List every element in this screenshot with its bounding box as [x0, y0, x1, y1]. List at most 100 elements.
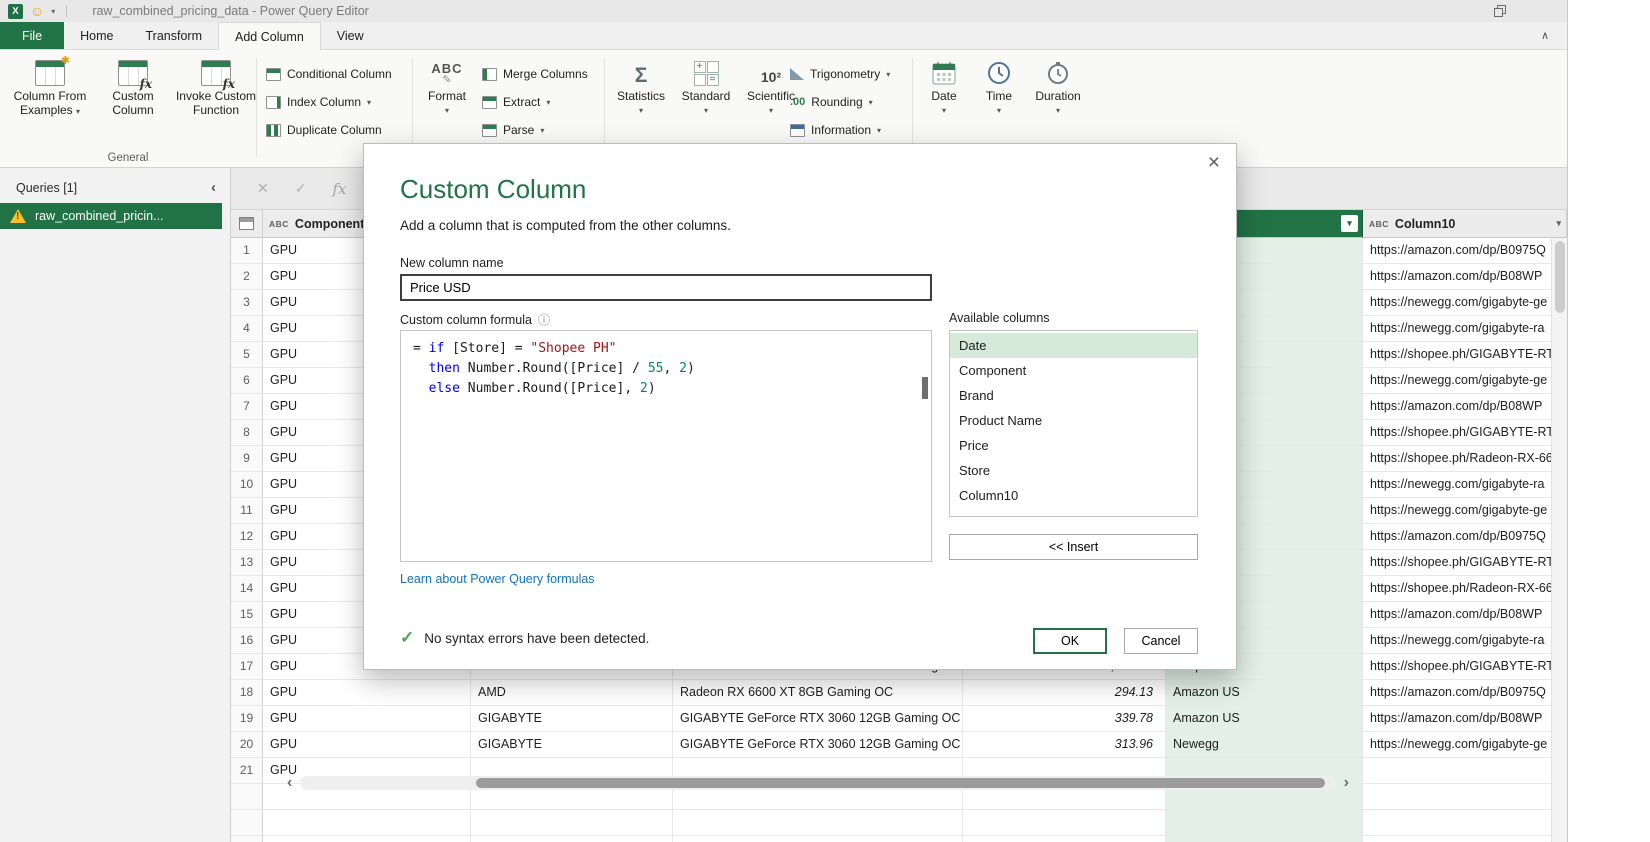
row-number[interactable]: 12	[231, 524, 263, 550]
horizontal-scrollbar-thumb[interactable]	[476, 778, 1325, 788]
cancel-formula-icon[interactable]: ✕	[257, 180, 269, 197]
formula-editor[interactable]: = if [Store] = "Shopee PH" then Number.R…	[400, 330, 932, 562]
cell-url[interactable]	[1363, 836, 1567, 842]
learn-formulas-link[interactable]: Learn about Power Query formulas	[400, 572, 595, 586]
row-number[interactable]: 2	[231, 264, 263, 290]
available-column-item[interactable]: Date	[950, 333, 1197, 358]
close-dialog-button[interactable]: ×	[1208, 152, 1220, 173]
cell-url[interactable]: https://shopee.ph/GIGABYTE-RT	[1363, 550, 1567, 576]
cell-url[interactable]	[1363, 810, 1567, 836]
cell-component[interactable]: GPU	[263, 680, 471, 706]
row-number[interactable]: 9	[231, 446, 263, 472]
statistics-button[interactable]: Σ Statistics ▾	[614, 56, 668, 116]
vertical-scrollbar[interactable]	[1551, 238, 1567, 842]
row-number[interactable]: 3	[231, 290, 263, 316]
row-number[interactable]: 1	[231, 238, 263, 264]
cell-component[interactable]: GPU	[263, 706, 471, 732]
cell-url[interactable]: https://shopee.ph/GIGABYTE-RT	[1363, 420, 1567, 446]
cell-price[interactable]: 294.13	[963, 680, 1166, 706]
cell-component[interactable]: GPU	[263, 732, 471, 758]
row-number[interactable]: 20	[231, 732, 263, 758]
cell-url[interactable]: https://amazon.com/dp/B08WP	[1363, 602, 1567, 628]
cell-url[interactable]: https://newegg.com/gigabyte-ra	[1363, 316, 1567, 342]
feedback-smiley-icon[interactable]: ☺	[30, 4, 44, 18]
invoke-custom-function-button[interactable]: fx Invoke Custom Function	[174, 56, 258, 118]
tab-view[interactable]: View	[321, 22, 380, 49]
index-column-button[interactable]: Index Column ▾	[266, 90, 392, 114]
duplicate-column-button[interactable]: Duplicate Column	[266, 118, 392, 142]
collapse-ribbon-button[interactable]: ∧	[1541, 29, 1549, 42]
row-number[interactable]: 18	[231, 680, 263, 706]
cell-component[interactable]	[263, 836, 471, 842]
cell-product[interactable]	[673, 836, 963, 842]
row-number[interactable]: 17	[231, 654, 263, 680]
horizontal-scrollbar[interactable]: ‹ ›	[287, 774, 1349, 792]
cell-url[interactable]: https://shopee.ph/Radeon-RX-66	[1363, 576, 1567, 602]
cell-url[interactable]: https://newegg.com/gigabyte-ge	[1363, 290, 1567, 316]
available-column-item[interactable]: Component	[950, 358, 1197, 383]
information-button[interactable]: Information ▾	[790, 118, 890, 142]
row-number[interactable]: 16	[231, 628, 263, 654]
cell-component[interactable]	[263, 810, 471, 836]
cell-url[interactable]: https://shopee.ph/Radeon-RX-66	[1363, 446, 1567, 472]
tab-home[interactable]: Home	[64, 22, 129, 49]
filter-caret-icon[interactable]: ▾	[1556, 218, 1561, 229]
parse-button[interactable]: Parse ▾	[482, 118, 588, 142]
date-button[interactable]: Date ▾	[922, 56, 966, 116]
available-column-item[interactable]: Store	[950, 458, 1197, 483]
available-column-item[interactable]: Brand	[950, 383, 1197, 408]
cell-store[interactable]	[1166, 836, 1363, 842]
horizontal-scrollbar-track[interactable]	[300, 776, 1335, 790]
available-column-item[interactable]: Column10	[950, 483, 1197, 508]
rounding-button[interactable]: .00 Rounding ▾	[790, 90, 890, 114]
cell-product[interactable]: GIGABYTE GeForce RTX 3060 12GB Gaming OC	[673, 732, 963, 758]
row-number[interactable]	[231, 784, 263, 810]
cell-url[interactable]: https://newegg.com/gigabyte-ge	[1363, 498, 1567, 524]
cell-url[interactable]: https://newegg.com/gigabyte-ra	[1363, 472, 1567, 498]
tab-add-column[interactable]: Add Column	[218, 22, 321, 50]
row-number[interactable]: 5	[231, 342, 263, 368]
cell-price[interactable]	[963, 836, 1166, 842]
cell-price[interactable]	[963, 810, 1166, 836]
row-number[interactable]: 14	[231, 576, 263, 602]
available-column-item[interactable]: Product Name	[950, 408, 1197, 433]
cell-store[interactable]: Amazon US	[1166, 706, 1363, 732]
cell-product[interactable]: Radeon RX 6600 XT 8GB Gaming OC	[673, 680, 963, 706]
row-number[interactable]	[231, 836, 263, 842]
collapse-queries-pane-button[interactable]: ‹	[211, 180, 216, 195]
column-from-examples-button[interactable]: ✱ Column From Examples ▾	[8, 56, 92, 118]
formula-scrollbar-thumb[interactable]	[922, 377, 928, 399]
insert-button[interactable]: << Insert	[949, 534, 1198, 560]
cell-url[interactable]: https://shopee.ph/GIGABYTE-RT	[1363, 342, 1567, 368]
cell-url[interactable]: https://amazon.com/dp/B0975Q	[1363, 524, 1567, 550]
row-number[interactable]: 15	[231, 602, 263, 628]
cell-brand[interactable]	[471, 836, 673, 842]
conditional-column-button[interactable]: Conditional Column	[266, 62, 392, 86]
cell-url[interactable]: https://newegg.com/gigabyte-ra	[1363, 628, 1567, 654]
duration-button[interactable]: Duration ▾	[1032, 56, 1084, 116]
select-all-corner[interactable]	[231, 210, 263, 238]
cell-url[interactable]	[1363, 758, 1567, 784]
cell-url[interactable]: https://amazon.com/dp/B0975Q	[1363, 238, 1567, 264]
vertical-scrollbar-thumb[interactable]	[1555, 241, 1565, 313]
ok-button[interactable]: OK	[1033, 628, 1107, 654]
cell-price[interactable]: 313.96	[963, 732, 1166, 758]
scroll-right-arrow[interactable]: ›	[1344, 775, 1349, 791]
cell-product[interactable]	[673, 810, 963, 836]
cell-url[interactable]: https://newegg.com/gigabyte-ge	[1363, 368, 1567, 394]
cell-url[interactable]: https://newegg.com/gigabyte-ge	[1363, 732, 1567, 758]
standard-button[interactable]: += Standard ▾	[680, 56, 732, 116]
row-number[interactable]: 10	[231, 472, 263, 498]
cell-store[interactable]: Amazon US	[1166, 680, 1363, 706]
scroll-left-arrow[interactable]: ‹	[287, 775, 292, 791]
info-icon[interactable]: ⓘ	[538, 313, 550, 327]
cell-brand[interactable]	[471, 810, 673, 836]
row-number[interactable]: 13	[231, 550, 263, 576]
row-number[interactable]: 8	[231, 420, 263, 446]
merge-columns-button[interactable]: Merge Columns	[482, 62, 588, 86]
cell-url[interactable]: https://amazon.com/dp/B08WP	[1363, 706, 1567, 732]
row-number[interactable]: 21	[231, 758, 263, 784]
restore-window-button[interactable]	[1494, 5, 1507, 18]
cell-url[interactable]: https://amazon.com/dp/B08WP	[1363, 394, 1567, 420]
cell-brand[interactable]: AMD	[471, 680, 673, 706]
